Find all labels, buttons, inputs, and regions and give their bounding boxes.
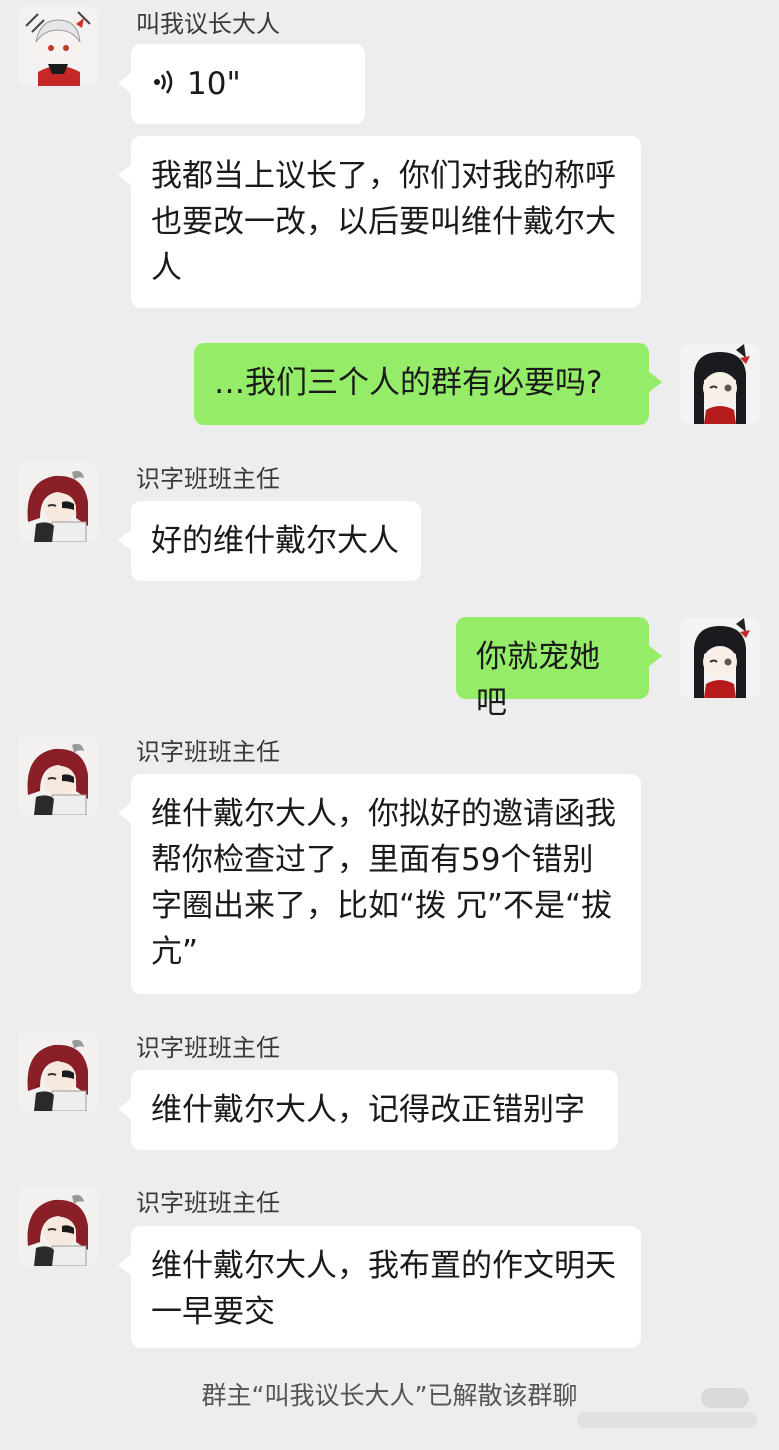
avatar-self[interactable] (680, 344, 760, 424)
message-bubble[interactable]: 维什戴尔大人，你拟好的邀请函我帮你检查过了，里面有59个错别字圈出来了，比如“拨… (118, 774, 641, 994)
sender-name: 识字班班主任 (136, 738, 280, 766)
voice-duration: 10" (187, 66, 241, 102)
sender-name: 识字班班主任 (136, 1034, 280, 1062)
message-text: 你就宠她吧 (476, 639, 600, 721)
chat-window: 叫我议长大人 10" 我都当上议长了，你们对我的称呼也要改一改，以后要叫维什戴尔… (0, 0, 779, 1450)
message-text: 维什戴尔大人，记得改正错别字 (151, 1092, 585, 1128)
avatar-white-hair[interactable] (18, 6, 98, 86)
avatar-teacher[interactable] (18, 462, 98, 542)
self-message-bubble[interactable]: 你就宠她吧 (456, 617, 662, 721)
message-bubble[interactable]: 维什戴尔大人，记得改正错别字 (118, 1070, 618, 1150)
message-bubble[interactable]: 我都当上议长了，你们对我的称呼也要改一改，以后要叫维什戴尔大人 (118, 136, 641, 308)
avatar-teacher[interactable] (18, 735, 98, 815)
message-bubble[interactable]: 好的维什戴尔大人 (118, 501, 421, 581)
sender-name: 识字班班主任 (136, 465, 280, 493)
voice-wave-icon (151, 63, 177, 109)
avatar-teacher[interactable] (18, 1186, 98, 1266)
sender-name: 识字班班主任 (136, 1189, 280, 1217)
self-message-bubble[interactable]: …我们三个人的群有必要吗? (194, 343, 662, 425)
message-text: 我都当上议长了，你们对我的称呼也要改一改，以后要叫维什戴尔大人 (151, 158, 616, 286)
sender-name: 叫我议长大人 (136, 10, 280, 38)
avatar-self[interactable] (680, 618, 760, 698)
message-text: 维什戴尔大人，你拟好的邀请函我帮你检查过了，里面有59个错别字圈出来了，比如“拨… (151, 796, 616, 970)
system-notice: 群主“叫我议长大人”已解散该群聊 (201, 1381, 578, 1410)
avatar-teacher[interactable] (18, 1031, 98, 1111)
message-text: 维什戴尔大人，我布置的作文明天一早要交 (151, 1248, 616, 1330)
message-text: …我们三个人的群有必要吗? (214, 365, 603, 401)
voice-message-bubble[interactable]: 10" (118, 44, 365, 124)
message-text: 好的维什戴尔大人 (151, 523, 399, 559)
watermark-logo (701, 1388, 749, 1408)
watermark-text (577, 1412, 757, 1428)
message-bubble[interactable]: 维什戴尔大人，我布置的作文明天一早要交 (118, 1226, 641, 1348)
